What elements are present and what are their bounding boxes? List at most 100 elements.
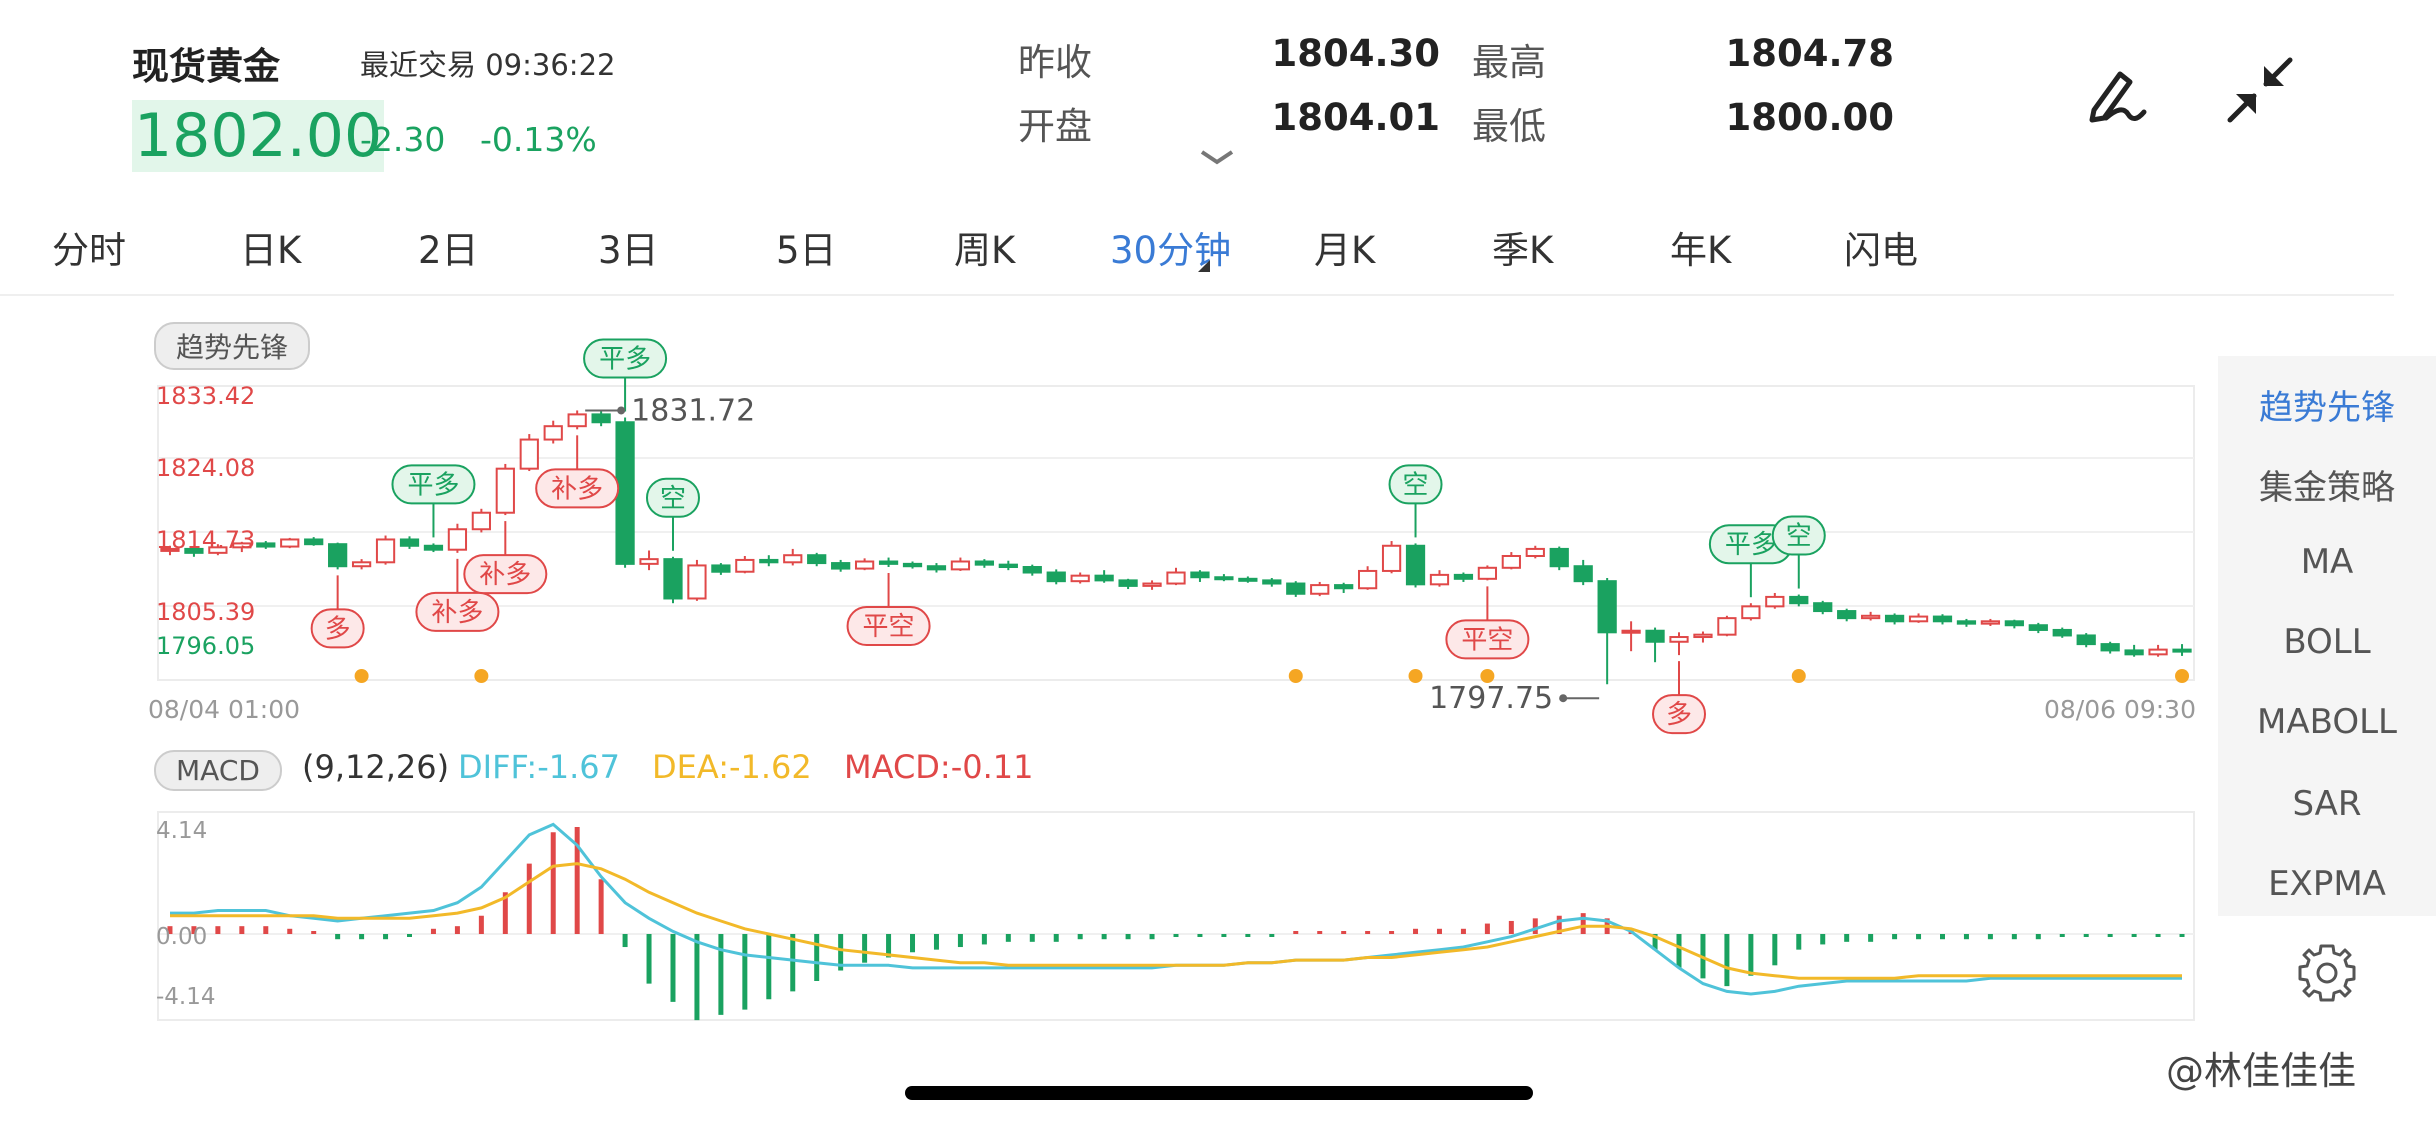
kline-max-marker bbox=[617, 406, 626, 415]
kline-y-tick-label: 1824.08 bbox=[156, 454, 255, 482]
macd-y-tick-label: 0.00 bbox=[156, 924, 207, 950]
candle-body bbox=[256, 542, 276, 548]
candle-body bbox=[328, 543, 348, 568]
kline-candle-up bbox=[1621, 621, 1641, 652]
candle-body bbox=[807, 554, 827, 565]
kline-dot-marker bbox=[1408, 669, 1423, 683]
side-indicator-trend[interactable]: 趋势先锋 bbox=[2218, 380, 2436, 429]
kline-candle-down bbox=[711, 563, 731, 575]
candle-body bbox=[447, 528, 468, 551]
candle-body bbox=[1861, 614, 1881, 620]
candle-body bbox=[2004, 620, 2024, 627]
candle-body bbox=[1765, 595, 1785, 608]
candle-body bbox=[1405, 544, 1426, 586]
kline-signal-tag: 多 bbox=[310, 575, 365, 649]
side-indicator-maboll[interactable]: MABOLL bbox=[2218, 702, 2436, 742]
signal-label: 补多 bbox=[431, 598, 483, 628]
kline-candle-down bbox=[2004, 619, 2024, 629]
candle-body bbox=[1837, 610, 1857, 620]
kline-candle-up bbox=[1358, 566, 1378, 590]
candle-body bbox=[1789, 595, 1809, 605]
kline-candle-down bbox=[399, 536, 420, 549]
candle-body bbox=[1573, 565, 1593, 583]
candle-body bbox=[2148, 648, 2168, 656]
kline-candle-up bbox=[471, 508, 491, 533]
candle-body bbox=[735, 558, 755, 573]
gear-icon[interactable] bbox=[2296, 942, 2358, 1004]
macd-frame bbox=[157, 811, 2195, 1021]
candle-body bbox=[1142, 582, 1162, 587]
shrink-arrows-icon[interactable] bbox=[2226, 56, 2294, 124]
kline-candle-up bbox=[1142, 580, 1162, 590]
kline-candle-up bbox=[1501, 552, 1521, 570]
side-indicator-boll[interactable]: BOLL bbox=[2218, 622, 2436, 662]
kline-candle-up bbox=[280, 537, 300, 549]
kline-candle-down bbox=[1597, 578, 1617, 685]
kline-candle-up bbox=[1070, 572, 1090, 584]
kline-dot-marker bbox=[1288, 669, 1303, 683]
kline-candle-up bbox=[687, 559, 707, 601]
macd-grid bbox=[157, 811, 2195, 1021]
candle-body bbox=[1429, 573, 1450, 586]
kline-candle-down bbox=[1837, 608, 1857, 622]
candle-body bbox=[1118, 579, 1138, 587]
kline-dot-marker bbox=[354, 669, 369, 683]
candle-body bbox=[926, 565, 947, 571]
candle-body bbox=[783, 554, 803, 564]
kline-y-tick-label: 1805.39 bbox=[156, 598, 255, 626]
kline-axis-labels: 1833.42 1824.08 1814.73 1805.39 1796.05 08/04… bbox=[148, 382, 2196, 724]
side-indicator-jijin[interactable]: 集金策略 bbox=[2218, 460, 2436, 509]
macd-y-tick-label: 4.14 bbox=[156, 818, 207, 844]
candle-body bbox=[854, 560, 875, 570]
side-indicator-expma[interactable]: EXPMA bbox=[2218, 864, 2436, 904]
candle-body bbox=[1717, 617, 1737, 636]
kline-candle-up bbox=[351, 559, 372, 570]
chart-canvas[interactable]: 多平多补多补多补多平多空平空空平空多平多空 1833.421824.081814… bbox=[0, 0, 2218, 1125]
kline-candle-up bbox=[1310, 581, 1330, 597]
kline-candle-down bbox=[1549, 546, 1569, 571]
macd-dea-line bbox=[170, 862, 2182, 980]
kline-candle-down bbox=[1645, 627, 1665, 663]
kline-max-label: 1831.72 bbox=[631, 393, 755, 428]
candle-body bbox=[1286, 582, 1306, 595]
kline-signal-tag: 补多 bbox=[535, 435, 620, 509]
candle-body bbox=[471, 511, 491, 531]
kline-candle-down bbox=[304, 537, 324, 546]
candle-body bbox=[615, 421, 635, 565]
kline-candle-up bbox=[639, 550, 659, 571]
kline-candle-down bbox=[998, 560, 1018, 571]
macd-bars bbox=[167, 827, 2185, 1021]
kline-candle-down bbox=[1286, 581, 1306, 597]
candle-body bbox=[1813, 602, 1833, 613]
candle-body bbox=[711, 564, 731, 573]
side-indicator-ma[interactable]: MA bbox=[2218, 542, 2436, 582]
candle-body bbox=[1669, 636, 1689, 643]
candle-body bbox=[1645, 629, 1665, 643]
kline-candle-up bbox=[1477, 565, 1498, 581]
candle-body bbox=[351, 561, 372, 568]
candle-body bbox=[1358, 569, 1378, 590]
kline-candle-up bbox=[1669, 632, 1689, 656]
kline-candle-down bbox=[663, 556, 683, 604]
kline-candle-up bbox=[1741, 603, 1761, 621]
side-indicator-sar[interactable]: SAR bbox=[2218, 784, 2436, 824]
kline-candle-down bbox=[831, 559, 851, 572]
kline-candle-up bbox=[854, 558, 875, 571]
kline-signal-tag: 平多 bbox=[391, 464, 476, 538]
candle-body bbox=[1381, 544, 1402, 572]
kline-candle-down bbox=[2052, 627, 2072, 638]
candle-body bbox=[1334, 584, 1354, 590]
signal-label: 空 bbox=[1786, 522, 1812, 552]
kline-candle-down bbox=[2172, 644, 2192, 656]
candle-body bbox=[759, 558, 779, 564]
kline-candle-down bbox=[1813, 600, 1833, 615]
macd-y-tick-label: -4.14 bbox=[156, 984, 216, 1010]
kline-candle-up bbox=[495, 463, 515, 516]
kline-candle-down bbox=[1573, 559, 1593, 586]
signal-label: 空 bbox=[660, 484, 686, 514]
candle-body bbox=[591, 413, 611, 424]
candle-body bbox=[1693, 633, 1713, 639]
candle-body bbox=[1046, 571, 1066, 583]
candle-body bbox=[1980, 620, 2001, 625]
kline-candle-up bbox=[1908, 613, 1929, 623]
